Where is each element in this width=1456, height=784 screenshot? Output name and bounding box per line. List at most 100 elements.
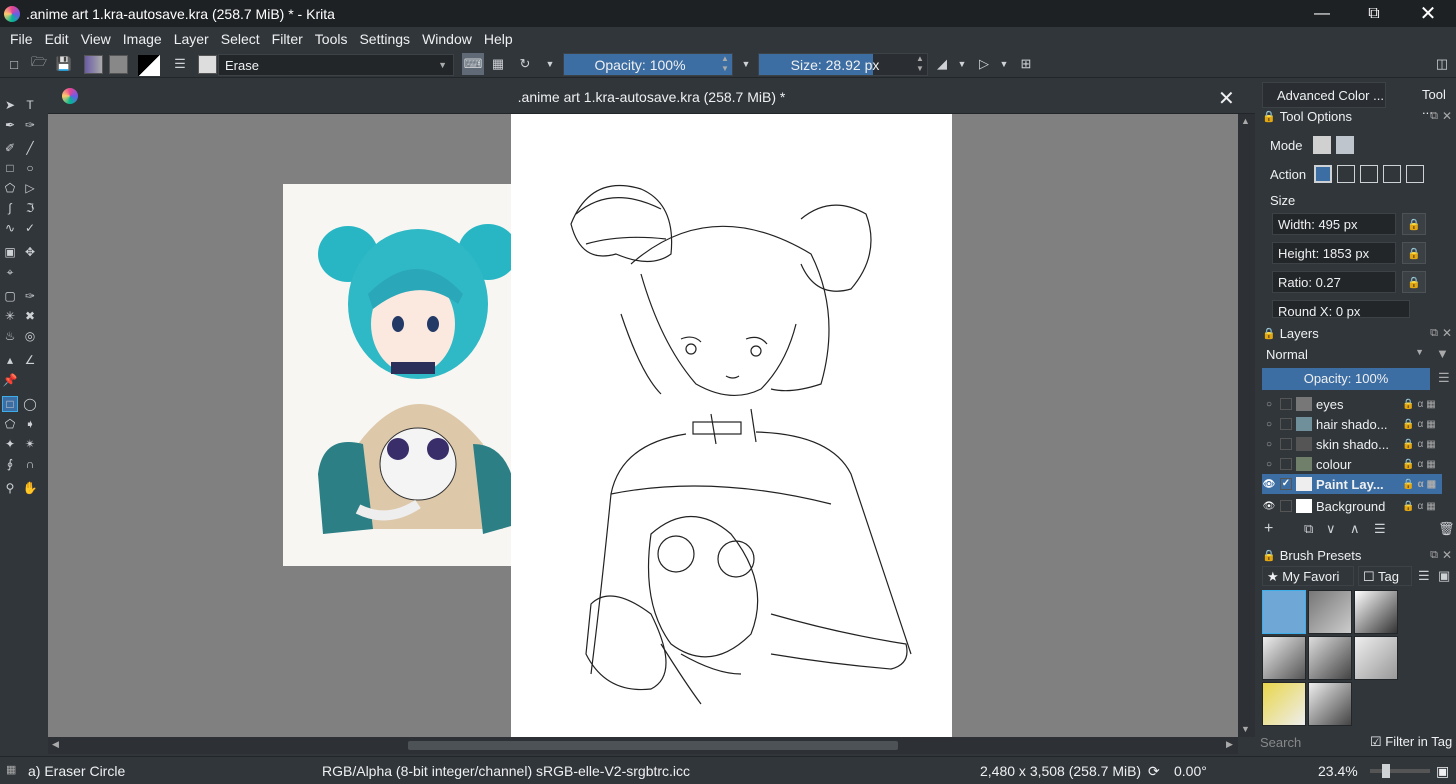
open-folder-icon[interactable]: 🗁 bbox=[31, 54, 47, 72]
layer-row[interactable]: 👁 Background 🔒α▦ bbox=[1262, 496, 1442, 516]
layer-row[interactable]: ○ hair shado... 🔒α▦ bbox=[1262, 414, 1442, 434]
blend-mode-select[interactable]: Erase ▼ bbox=[218, 54, 454, 76]
height-lock-icon[interactable]: 🔒 bbox=[1402, 242, 1426, 264]
layer-checkbox[interactable] bbox=[1280, 458, 1292, 470]
brush-preset-eraser[interactable] bbox=[1262, 590, 1306, 634]
crop-tool-icon[interactable]: ⌖ bbox=[2, 264, 18, 280]
float-panel-icon[interactable]: ⧉ bbox=[1430, 549, 1438, 562]
rect-select-icon[interactable]: □ bbox=[2, 396, 18, 412]
pan-tool-icon[interactable]: ✋ bbox=[22, 480, 38, 496]
fg-bg-color-swatch[interactable] bbox=[138, 55, 160, 76]
duplicate-layer-icon[interactable]: ⧉ bbox=[1304, 521, 1313, 537]
zoom-slider[interactable] bbox=[1370, 764, 1430, 778]
filter-in-tag-checkbox[interactable]: ☑ Filter in Tag bbox=[1370, 734, 1452, 750]
bezier-select-icon[interactable]: ∮ bbox=[2, 456, 18, 472]
ellipse-select-icon[interactable]: ◯ bbox=[22, 396, 38, 412]
layer-props-icon[interactable]: 🔒α▦ bbox=[1402, 419, 1442, 430]
action-subtract-icon[interactable] bbox=[1383, 165, 1401, 183]
layer-props-icon[interactable]: 🔒α▦ bbox=[1402, 459, 1442, 470]
tag-filter-select[interactable]: ★ My Favori bbox=[1262, 566, 1354, 586]
lock-panel-icon[interactable]: 🔒 bbox=[1262, 327, 1276, 340]
float-panel-icon[interactable]: ⧉ bbox=[1430, 110, 1438, 123]
multibrush-icon[interactable]: ✓ bbox=[22, 220, 38, 236]
chevron-down-icon[interactable]: ▼ bbox=[954, 56, 970, 72]
menu-tools[interactable]: Tools bbox=[309, 31, 354, 47]
layer-row[interactable]: ○ skin shado... 🔒α▦ bbox=[1262, 434, 1442, 454]
mode-replace-icon[interactable] bbox=[1313, 136, 1331, 154]
width-spinbox[interactable]: Width: 495 px bbox=[1272, 213, 1396, 235]
brush-preset-highlighter[interactable] bbox=[1262, 682, 1306, 726]
brush-preset-pencil[interactable] bbox=[1262, 636, 1306, 680]
document-page[interactable] bbox=[511, 114, 952, 737]
menu-file[interactable]: File bbox=[4, 31, 39, 47]
scroll-right-icon[interactable]: ▶ bbox=[1226, 739, 1233, 750]
layer-checkbox[interactable] bbox=[1280, 500, 1292, 512]
pattern-swatch[interactable] bbox=[109, 55, 128, 74]
scroll-left-icon[interactable]: ◀ bbox=[52, 739, 59, 750]
list-view-icon[interactable]: ☰ bbox=[1418, 568, 1430, 584]
mode-pixel-icon[interactable] bbox=[1336, 136, 1354, 154]
move-tool-icon[interactable]: ✥ bbox=[22, 244, 38, 260]
import-preset-icon[interactable]: ▣ bbox=[1438, 568, 1450, 584]
brush-preset-ink[interactable] bbox=[1354, 590, 1398, 634]
zoom-slider-thumb[interactable] bbox=[1382, 764, 1390, 778]
layer-props-icon[interactable]: 🔒α▦ bbox=[1402, 399, 1442, 410]
brush-preset-airbrush[interactable] bbox=[1308, 590, 1352, 634]
size-slider[interactable]: Size: 28.92 px ▲ ▼ bbox=[758, 53, 928, 76]
dynamic-brush-icon[interactable]: ∿ bbox=[2, 220, 18, 236]
new-document-icon[interactable]: □ bbox=[6, 56, 22, 72]
wrap-around-icon[interactable]: ⊞ bbox=[1018, 56, 1034, 72]
layer-blend-select[interactable]: Normal ▼ bbox=[1262, 344, 1428, 364]
menu-filter[interactable]: Filter bbox=[266, 31, 309, 47]
move-layer-down-icon[interactable]: ∨ bbox=[1326, 521, 1336, 537]
round-x-spinbox[interactable]: Round X: 0 px bbox=[1272, 300, 1410, 319]
action-add-icon[interactable] bbox=[1360, 165, 1378, 183]
document-title[interactable]: .anime art 1.kra-autosave.kra (258.7 MiB… bbox=[48, 89, 1255, 105]
ratio-lock-icon[interactable]: 🔒 bbox=[1402, 271, 1426, 293]
edit-shapes-icon[interactable]: ✒ bbox=[2, 117, 18, 133]
menu-window[interactable]: Window bbox=[416, 31, 478, 47]
chevron-down-icon[interactable]: ▼ bbox=[996, 56, 1012, 72]
hidden-eye-icon[interactable]: ○ bbox=[1262, 439, 1276, 450]
assistant-tool-icon[interactable]: ▴ bbox=[2, 352, 18, 368]
measure-tool-icon[interactable]: ∠ bbox=[22, 352, 38, 368]
colorize-mask-icon[interactable]: ✖ bbox=[22, 308, 38, 324]
text-tool-icon[interactable]: T bbox=[22, 97, 38, 113]
vertical-scrollbar[interactable]: ▲ ▼ bbox=[1238, 114, 1255, 737]
mirror-horizontal-icon[interactable]: ◢ bbox=[934, 56, 950, 72]
height-spinbox[interactable]: Height: 1853 px bbox=[1272, 242, 1396, 264]
layer-props-icon[interactable]: 🔒α▦ bbox=[1402, 501, 1442, 512]
close-panel-icon[interactable]: ✕ bbox=[1442, 109, 1452, 123]
layer-checkbox[interactable] bbox=[1280, 438, 1292, 450]
magnetic-select-icon[interactable]: ∩ bbox=[22, 456, 38, 472]
selection-icon[interactable]: ▦ bbox=[6, 763, 16, 776]
fill-tool-icon[interactable]: ♨ bbox=[2, 328, 18, 344]
brush-tool-icon[interactable]: ✐ bbox=[2, 140, 18, 156]
tab-advanced-color[interactable]: Advanced Color ... bbox=[1262, 82, 1386, 108]
layer-props-icon[interactable]: 🔒α▦ bbox=[1402, 439, 1442, 450]
horizontal-scroll-thumb[interactable] bbox=[408, 741, 898, 750]
polygon-select-icon[interactable]: ⬠ bbox=[2, 416, 18, 432]
brush-preset-blender[interactable] bbox=[1308, 682, 1352, 726]
width-lock-icon[interactable]: 🔒 bbox=[1402, 213, 1426, 235]
reference-tool-icon[interactable]: 📌 bbox=[2, 372, 18, 388]
visible-eye-icon[interactable]: 👁 bbox=[1262, 501, 1276, 512]
polygon-tool-icon[interactable]: ⬠ bbox=[2, 180, 18, 196]
layer-row[interactable]: ○ colour 🔒α▦ bbox=[1262, 454, 1442, 474]
filter-icon[interactable]: ▼ bbox=[1436, 346, 1449, 361]
chevron-down-icon[interactable]: ▼ bbox=[738, 56, 754, 72]
menu-image[interactable]: Image bbox=[117, 31, 168, 47]
layer-props-icon[interactable]: 🔒α▦ bbox=[1402, 479, 1442, 490]
spin-arrows-icon[interactable]: ▲ ▼ bbox=[718, 54, 732, 75]
menu-select[interactable]: Select bbox=[215, 31, 266, 47]
layer-row-selected[interactable]: 👁 ✓ Paint Lay... 🔒α▦ bbox=[1262, 474, 1442, 494]
menu-edit[interactable]: Edit bbox=[39, 31, 75, 47]
contiguous-select-icon[interactable]: ✦ bbox=[2, 436, 18, 452]
enclose-fill-icon[interactable]: ◎ bbox=[22, 328, 38, 344]
menu-view[interactable]: View bbox=[75, 31, 117, 47]
close-panel-icon[interactable]: ✕ bbox=[1442, 548, 1452, 562]
close-document-icon[interactable]: ✕ bbox=[1218, 86, 1235, 111]
scroll-down-icon[interactable]: ▼ bbox=[1241, 724, 1250, 734]
add-layer-icon[interactable]: + bbox=[1264, 520, 1273, 538]
action-replace-icon[interactable] bbox=[1314, 165, 1332, 183]
